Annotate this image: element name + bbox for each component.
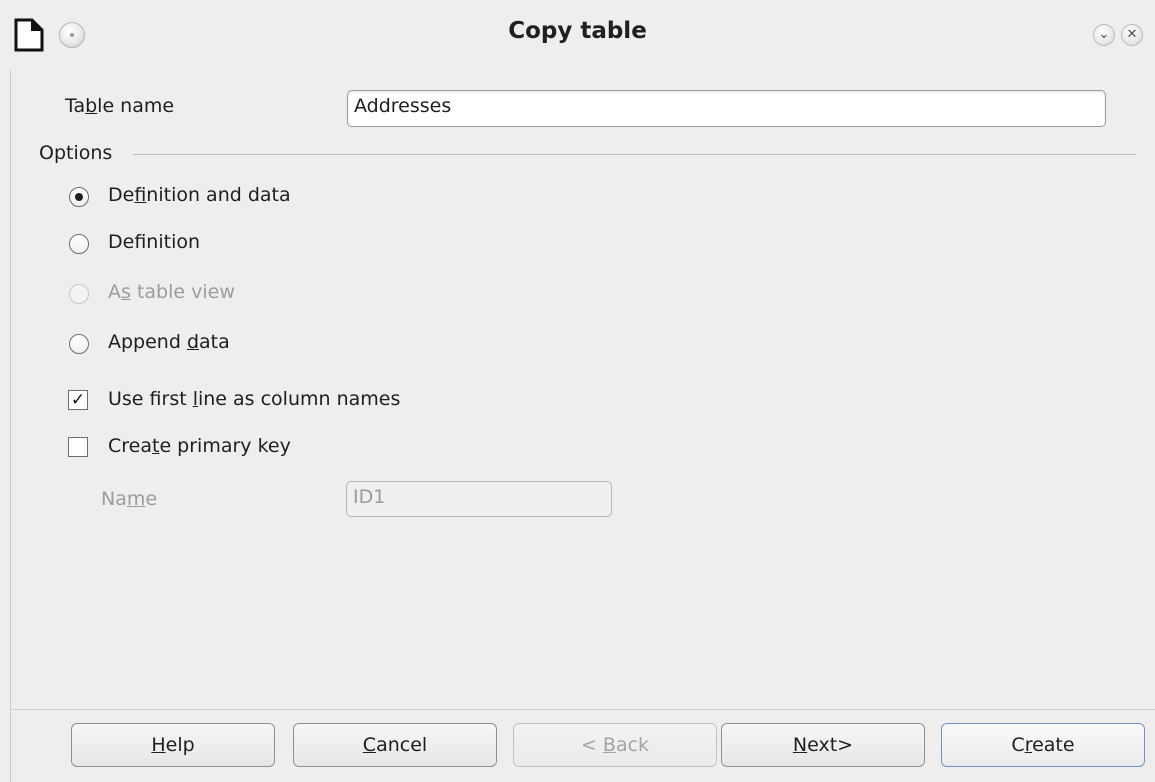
next-button[interactable]: Next> bbox=[721, 723, 925, 767]
primary-key-name-input: ID1 bbox=[346, 481, 612, 517]
checkbox-create-primary-key-label[interactable]: Create primary key bbox=[108, 435, 291, 457]
radio-append-data-label[interactable]: Append data bbox=[108, 331, 230, 353]
window-title: Copy table bbox=[508, 18, 647, 44]
back-button: < Back bbox=[513, 723, 717, 767]
close-button[interactable]: ✕ bbox=[1121, 24, 1143, 46]
minimize-button[interactable]: ⌄ bbox=[1093, 24, 1115, 46]
create-button[interactable]: Create bbox=[941, 723, 1145, 767]
radio-definition-label[interactable]: Definition bbox=[108, 231, 200, 253]
radio-as-table-view bbox=[69, 284, 89, 304]
chevron-down-icon: ⌄ bbox=[1098, 27, 1110, 42]
dialog-body: Table name Addresses Options Definition … bbox=[10, 70, 1155, 782]
button-bar-divider bbox=[11, 709, 1155, 710]
help-button[interactable]: Help bbox=[71, 723, 275, 767]
radio-definition-and-data[interactable] bbox=[69, 187, 89, 207]
title-bar: Copy table ⌄ ✕ bbox=[0, 0, 1155, 70]
checkbox-first-line-column-names[interactable]: ✓ bbox=[68, 390, 88, 410]
radio-definition[interactable] bbox=[69, 234, 89, 254]
table-name-label: Table name bbox=[65, 95, 175, 117]
checkbox-first-line-column-names-label[interactable]: Use first line as column names bbox=[108, 388, 400, 410]
options-heading: Options bbox=[39, 142, 113, 164]
table-name-input[interactable]: Addresses bbox=[347, 90, 1106, 127]
radio-as-table-view-label: As table view bbox=[108, 281, 235, 303]
radio-append-data[interactable] bbox=[69, 334, 89, 354]
radio-definition-and-data-label[interactable]: Definition and data bbox=[108, 184, 291, 206]
checkbox-create-primary-key[interactable] bbox=[68, 437, 88, 457]
primary-key-name-label: Name bbox=[101, 488, 158, 510]
options-divider bbox=[133, 154, 1136, 155]
close-icon: ✕ bbox=[1126, 27, 1138, 42]
cancel-button[interactable]: Cancel bbox=[293, 723, 497, 767]
